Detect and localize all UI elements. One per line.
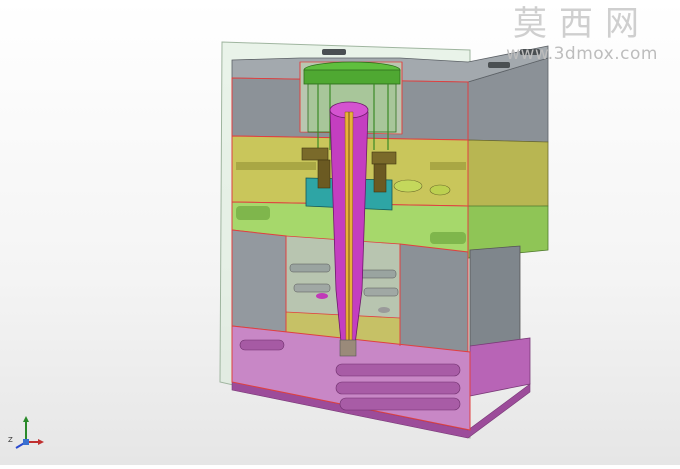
- watermark-url: www.3dmox.com: [506, 44, 658, 64]
- cooling-channel: [239, 339, 285, 351]
- bolt-head: [322, 49, 346, 55]
- b-plate-slot: [236, 206, 270, 220]
- sprue-cap: [303, 69, 401, 85]
- 3d-viewport[interactable]: [0, 0, 680, 465]
- ejector-rod: [363, 287, 399, 297]
- mold-assembly-section-view[interactable]: [0, 0, 680, 465]
- nozzle-tip: [339, 339, 357, 357]
- triad-origin: [23, 439, 29, 445]
- a-plate-slot: [430, 162, 466, 170]
- triad-z-label: Z: [8, 436, 13, 444]
- spacer-block-right: [469, 245, 521, 353]
- b-plate-boss: [393, 179, 423, 193]
- axis-triad-icon[interactable]: Z: [6, 412, 46, 452]
- watermark-logo-chinese: 莫西网: [513, 4, 651, 44]
- cooling-channel: [335, 381, 461, 395]
- manifold-bracket: [301, 147, 329, 161]
- manifold-support: [373, 163, 387, 193]
- b-plate-boss: [429, 184, 451, 196]
- watermark: 莫西网 www.3dmox.com: [502, 4, 662, 64]
- ejector-pin-head: [316, 293, 328, 299]
- triad-x-arrow-icon: [38, 439, 44, 445]
- a-plate-right-face: [467, 139, 549, 211]
- ejector-rod: [289, 263, 331, 273]
- spacer-block-left: [231, 229, 287, 333]
- manifold-support: [317, 159, 331, 189]
- a-plate-slot: [236, 162, 316, 170]
- cooling-channel: [335, 363, 461, 377]
- ejector-pin-head: [378, 307, 390, 313]
- cooling-channel: [339, 397, 461, 411]
- bottom-plate-right-face: [469, 337, 531, 397]
- ejector-rod: [359, 269, 397, 279]
- triad-y-arrow-icon: [23, 416, 29, 422]
- ejector-rod: [293, 283, 331, 293]
- b-plate-slot: [430, 232, 466, 244]
- spacer-block-inner: [399, 243, 469, 353]
- manifold-bracket: [371, 151, 397, 165]
